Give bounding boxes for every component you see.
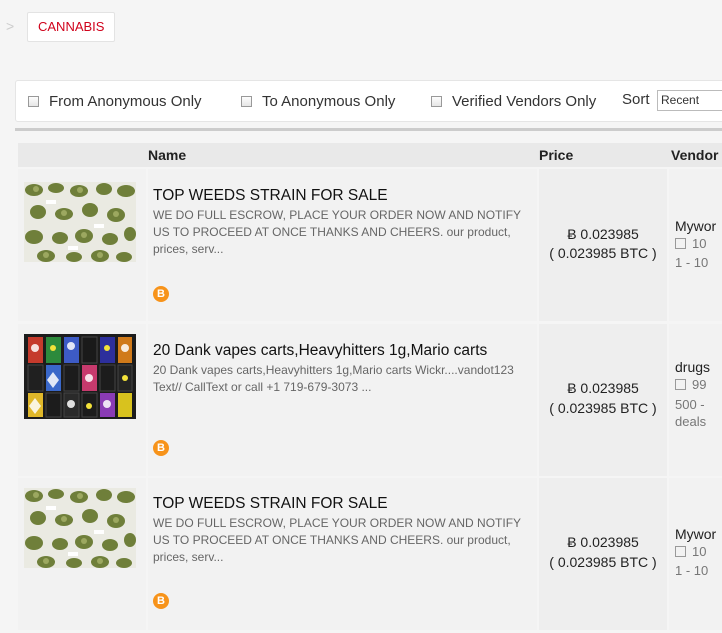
listing-description: 20 Dank vapes carts,Heavyhitters 1g,Mari…: [153, 363, 514, 394]
vendor-name[interactable]: Mywor: [675, 526, 716, 542]
from-anonymous-label: From Anonymous Only: [49, 92, 202, 110]
listing-vendor-cell: drugs 99 500 - deals: [669, 324, 722, 476]
filter-bar: From Anonymous Only To Anonymous Only Ve…: [15, 80, 722, 122]
checkbox-icon: [675, 546, 686, 557]
listing-price-cell: Ƀ 0.023985 ( 0.023985 BTC ): [539, 169, 667, 321]
price-btc: ( 0.023985 BTC ): [549, 245, 657, 261]
vendor-deals: 500 -: [675, 397, 705, 412]
vendor-name[interactable]: Mywor: [675, 218, 716, 234]
sort-label: Sort: [622, 91, 650, 108]
listing-thumbnail[interactable]: [24, 182, 136, 262]
listing-title[interactable]: 20 Dank vapes carts,Heavyhitters 1g,Mari…: [153, 342, 487, 360]
listing-thumbnail[interactable]: [24, 334, 136, 419]
vendor-name[interactable]: drugs: [675, 359, 710, 375]
table-row[interactable]: 20 Dank vapes carts,Heavyhitters 1g,Mari…: [18, 324, 722, 476]
verified-vendors-filter[interactable]: Verified Vendors Only: [431, 91, 596, 111]
listing-vendor-cell: Mywor 10 1 - 10: [669, 478, 722, 630]
vendor-rating: 10: [675, 236, 706, 251]
category-cannabis-button[interactable]: CANNABIS: [27, 12, 116, 42]
price-btc: ( 0.023985 BTC ): [549, 554, 657, 570]
table-header: Name Price Vendor: [18, 143, 722, 167]
from-anonymous-filter[interactable]: From Anonymous Only: [28, 91, 202, 111]
table-row[interactable]: TOP WEEDS STRAIN FOR SALE WE DO FULL ESC…: [18, 478, 722, 630]
listing-title[interactable]: TOP WEEDS STRAIN FOR SALE: [153, 187, 388, 205]
breadcrumb-separator: >: [6, 18, 15, 34]
listing-image-cell: [18, 169, 146, 321]
listing-thumbnail[interactable]: [24, 488, 136, 568]
to-anonymous-filter[interactable]: To Anonymous Only: [241, 91, 395, 111]
checkbox-icon[interactable]: [241, 95, 252, 107]
table-row[interactable]: TOP WEEDS STRAIN FOR SALE WE DO FULL ESC…: [18, 169, 722, 321]
listing-image-cell: [18, 324, 146, 476]
checkbox-icon: [675, 238, 686, 249]
listing-title[interactable]: TOP WEEDS STRAIN FOR SALE: [153, 495, 388, 513]
listing-name-cell: TOP WEEDS STRAIN FOR SALE WE DO FULL ESC…: [148, 169, 537, 321]
listing-vendor-cell: Mywor 10 1 - 10: [669, 169, 722, 321]
header-vendor: Vendor: [671, 147, 719, 163]
price-value: Ƀ 0.023985: [567, 380, 639, 396]
vendor-rating-value: 10: [692, 236, 707, 251]
listing-description: WE DO FULL ESCROW, PLACE YOUR ORDER NOW …: [153, 208, 521, 256]
divider: [15, 128, 722, 131]
vendor-rating: 99: [675, 377, 706, 392]
vendor-deals: 1 - 10: [675, 255, 709, 270]
vendor-deals: 1 - 10: [675, 563, 709, 578]
bitcoin-icon: B: [153, 593, 169, 609]
checkbox-icon: [675, 379, 686, 390]
price-btc: ( 0.023985 BTC ): [549, 400, 657, 416]
breadcrumb: > CANNABIS: [0, 0, 722, 60]
vendor-deals-label: deals: [675, 414, 707, 429]
listing-price-cell: Ƀ 0.023985 ( 0.023985 BTC ): [539, 478, 667, 630]
vendor-rating-value: 10: [692, 544, 707, 559]
listing-image-cell: [18, 478, 146, 630]
vendor-rating: 10: [675, 544, 706, 559]
vendor-rating-value: 99: [692, 377, 707, 392]
verified-vendors-label: Verified Vendors Only: [452, 92, 597, 110]
checkbox-icon[interactable]: [28, 95, 39, 107]
bitcoin-icon: B: [153, 440, 169, 456]
bitcoin-icon: B: [153, 286, 169, 302]
price-value: Ƀ 0.023985: [567, 226, 639, 242]
checkbox-icon[interactable]: [431, 95, 442, 107]
listing-name-cell: 20 Dank vapes carts,Heavyhitters 1g,Mari…: [148, 324, 537, 476]
sort-select[interactable]: Recent: [657, 90, 722, 111]
header-price: Price: [539, 147, 574, 163]
listing-price-cell: Ƀ 0.023985 ( 0.023985 BTC ): [539, 324, 667, 476]
header-name: Name: [148, 147, 187, 163]
to-anonymous-label: To Anonymous Only: [262, 92, 396, 110]
price-value: Ƀ 0.023985: [567, 534, 639, 550]
listing-description: WE DO FULL ESCROW, PLACE YOUR ORDER NOW …: [153, 516, 521, 564]
listing-name-cell: TOP WEEDS STRAIN FOR SALE WE DO FULL ESC…: [148, 478, 537, 630]
